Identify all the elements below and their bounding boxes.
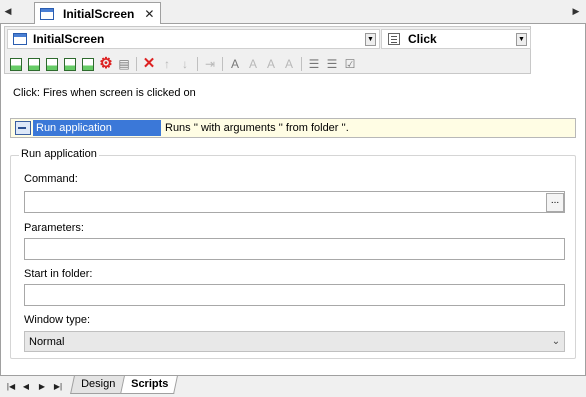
start-in-folder-input[interactable] (24, 284, 565, 306)
event-icon (388, 33, 400, 45)
find-icon[interactable]: A (226, 56, 244, 72)
previous-tab-icon[interactable]: ◀ (20, 380, 32, 394)
toolbar-separator (136, 57, 137, 71)
export-icon[interactable]: ⚙ (97, 56, 115, 72)
next-tab-icon[interactable]: ▶ (36, 380, 48, 394)
chevron-down-icon: ⌄ (551, 336, 561, 347)
tab-design[interactable]: Design (70, 376, 128, 394)
tab-initialscreen[interactable]: InitialScreen ✕ (34, 2, 161, 25)
view-tab-bar: |◀ ◀ ▶ ▶| Design Scripts (0, 375, 586, 397)
insert-action-icon[interactable] (25, 56, 43, 72)
action-name: Run application (33, 120, 161, 136)
groupbox-title: Run application (19, 148, 99, 160)
properties-icon[interactable]: ☰ (305, 56, 323, 72)
toolbar-icon-row: ⚙ ▤ ✕ ↑ ↓ ⇥ A A A A ☰ ☰ ☑ (7, 55, 359, 73)
run-application-icon (15, 121, 31, 135)
checklist-icon[interactable]: ☑ (341, 56, 359, 72)
object-selector-value: InitialScreen (33, 32, 105, 46)
start-in-folder-label: Start in folder: (24, 268, 93, 280)
action-list-item[interactable]: Run application Runs '' with arguments '… (10, 118, 576, 138)
first-tab-icon[interactable]: |◀ (5, 380, 17, 394)
toolbar-separator (222, 57, 223, 71)
tab-scripts-label: Scripts (131, 378, 169, 390)
toolbar-separator (197, 57, 198, 71)
object-selector[interactable]: InitialScreen ▼ (7, 29, 380, 49)
event-selector[interactable]: Click ▼ (381, 29, 531, 49)
event-selector-value: Click (408, 32, 437, 46)
script-toolbar: InitialScreen ▼ Click ▼ ⚙ ▤ ✕ ↑ ↓ ⇥ A A … (4, 26, 531, 74)
window-type-select[interactable]: Normal ⌄ (24, 331, 565, 352)
image-action-icon[interactable] (43, 56, 61, 72)
move-down-icon: ↓ (182, 57, 188, 71)
command-label: Command: (24, 173, 78, 185)
document-tab-strip: ◀ InitialScreen ✕ ▶ (0, 0, 586, 25)
browse-button[interactable]: ... (546, 193, 564, 212)
chevron-down-icon[interactable]: ▼ (365, 32, 376, 46)
tab-scripts[interactable]: Scripts (120, 376, 178, 394)
tab-label: InitialScreen (63, 7, 135, 21)
tab-design-label: Design (81, 378, 116, 390)
parameters-input[interactable] (24, 238, 565, 260)
scroll-tabs-right-icon[interactable]: ▶ (570, 4, 582, 18)
chevron-down-icon[interactable]: ▼ (516, 32, 527, 46)
print-icon[interactable]: ▤ (115, 56, 133, 72)
screen-icon (40, 8, 54, 20)
copy-action-icon[interactable] (61, 56, 79, 72)
import-icon[interactable] (79, 56, 97, 72)
move-up-icon: ↑ (164, 57, 170, 71)
delete-icon[interactable]: ✕ (140, 56, 158, 72)
parameters-label: Parameters: (24, 222, 84, 234)
toolbar-separator (301, 57, 302, 71)
last-tab-icon[interactable]: ▶| (52, 380, 64, 394)
scroll-tabs-left-icon[interactable]: ◀ (2, 4, 14, 18)
screen-icon (13, 33, 27, 45)
validate-icon[interactable]: ☰ (323, 56, 341, 72)
action-description: Runs '' with arguments '' from folder ''… (165, 122, 349, 134)
replace-icon: A (266, 57, 275, 71)
spell-icon: A (284, 57, 293, 71)
window-type-value: Normal (29, 335, 65, 348)
command-input[interactable] (24, 191, 565, 213)
find-next-icon: A (248, 57, 257, 71)
indent-icon: ⇥ (204, 57, 216, 71)
add-action-icon[interactable] (7, 56, 25, 72)
event-description: Click: Fires when screen is clicked on (13, 87, 196, 99)
close-icon[interactable]: ✕ (144, 7, 154, 21)
window-type-label: Window type: (24, 314, 91, 326)
script-editor-panel: InitialScreen ▼ Click ▼ ⚙ ▤ ✕ ↑ ↓ ⇥ A A … (0, 24, 586, 375)
